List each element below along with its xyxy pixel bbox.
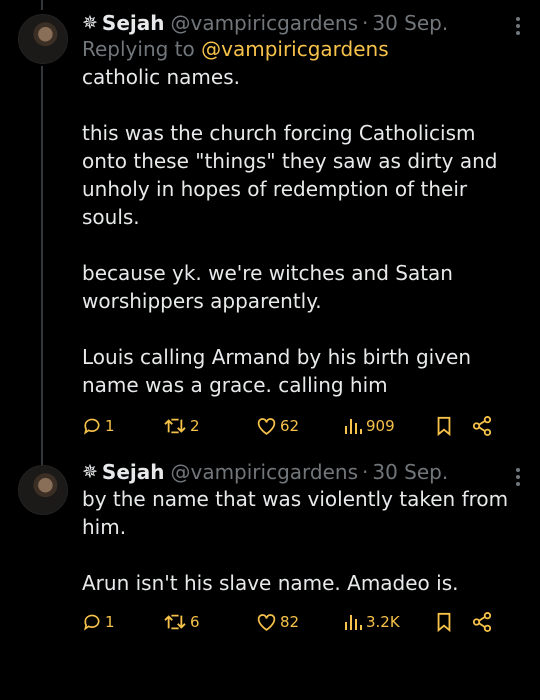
tweet-header: ✵ Sejah @vampiricgardens · 30 Sep. <box>82 10 526 36</box>
reply-button[interactable]: 1 <box>82 416 163 436</box>
tweet-paragraph: by the name that was violently taken fro… <box>82 487 509 539</box>
view-count: 3.2K <box>366 613 400 631</box>
tweet-paragraph: Arun isn't his slave name. Amadeo is. <box>82 571 459 595</box>
views-icon <box>345 615 362 630</box>
bookmark-button[interactable] <box>435 416 472 436</box>
like-button[interactable]: 62 <box>256 416 343 436</box>
like-count: 62 <box>280 417 300 435</box>
separator: · <box>362 11 369 35</box>
reply-count: 1 <box>105 613 115 631</box>
display-name[interactable]: Sejah <box>102 459 165 485</box>
user-handle[interactable]: @vampiricgardens <box>170 10 358 36</box>
more-icon[interactable] <box>516 14 520 38</box>
avatar[interactable] <box>18 465 68 515</box>
mention-link[interactable]: @vampiricgardens <box>201 37 389 61</box>
tweet-paragraph: Louis calling Armand by his birth given … <box>82 345 472 397</box>
share-button[interactable] <box>472 612 492 632</box>
retweet-count: 6 <box>190 613 200 631</box>
retweet-icon <box>164 614 186 630</box>
tweet-paragraph: catholic names. <box>82 65 240 89</box>
tweet-header: ✵ Sejah @vampiricgardens · 30 Sep. <box>82 459 526 485</box>
like-icon <box>257 614 276 631</box>
tweet-paragraph: this was the church forcing Catholicism … <box>82 121 498 229</box>
timestamp[interactable]: 30 Sep. <box>372 459 448 485</box>
bookmark-icon <box>437 612 451 632</box>
bookmark-button[interactable] <box>435 612 472 632</box>
reply-button[interactable]: 1 <box>82 612 163 632</box>
like-icon <box>257 418 276 435</box>
retweet-count: 2 <box>190 417 200 435</box>
more-icon[interactable] <box>516 465 520 489</box>
tweet[interactable]: ✵ Sejah @vampiricgardens · 30 Sep. by th… <box>0 459 540 637</box>
replying-to: Replying to @vampiricgardens <box>82 36 526 63</box>
retweet-icon <box>164 418 186 434</box>
view-count: 909 <box>366 417 395 435</box>
sparkle-icon: ✵ <box>82 461 98 483</box>
timestamp[interactable]: 30 Sep. <box>372 10 448 36</box>
share-icon <box>472 612 492 632</box>
reply-icon <box>84 614 100 631</box>
like-count: 82 <box>280 613 300 631</box>
retweet-button[interactable]: 6 <box>163 612 256 632</box>
replying-prefix: Replying to <box>82 37 195 61</box>
tweet[interactable]: ✵ Sejah @vampiricgardens · 30 Sep. Reply… <box>0 0 540 441</box>
views-icon <box>345 419 362 434</box>
action-bar: 1 6 82 3.2K <box>82 607 526 637</box>
views-button[interactable]: 3.2K <box>343 612 435 632</box>
tweet-text: by the name that was violently taken fro… <box>82 485 526 597</box>
sparkle-icon: ✵ <box>82 12 98 34</box>
avatar[interactable] <box>18 14 68 64</box>
share-button[interactable] <box>472 416 492 436</box>
reply-icon <box>84 418 100 435</box>
share-icon <box>472 416 492 436</box>
action-bar: 1 2 62 909 <box>82 411 526 441</box>
views-button[interactable]: 909 <box>343 416 435 436</box>
reply-count: 1 <box>105 417 115 435</box>
like-button[interactable]: 82 <box>256 612 343 632</box>
user-handle[interactable]: @vampiricgardens <box>170 459 358 485</box>
tweet-text: catholic names. this was the church forc… <box>82 63 526 399</box>
display-name[interactable]: Sejah <box>102 10 165 36</box>
tweet-paragraph: because yk. we're witches and Satan wors… <box>82 261 453 313</box>
separator: · <box>362 460 369 484</box>
retweet-button[interactable]: 2 <box>163 416 256 436</box>
bookmark-icon <box>437 416 451 436</box>
